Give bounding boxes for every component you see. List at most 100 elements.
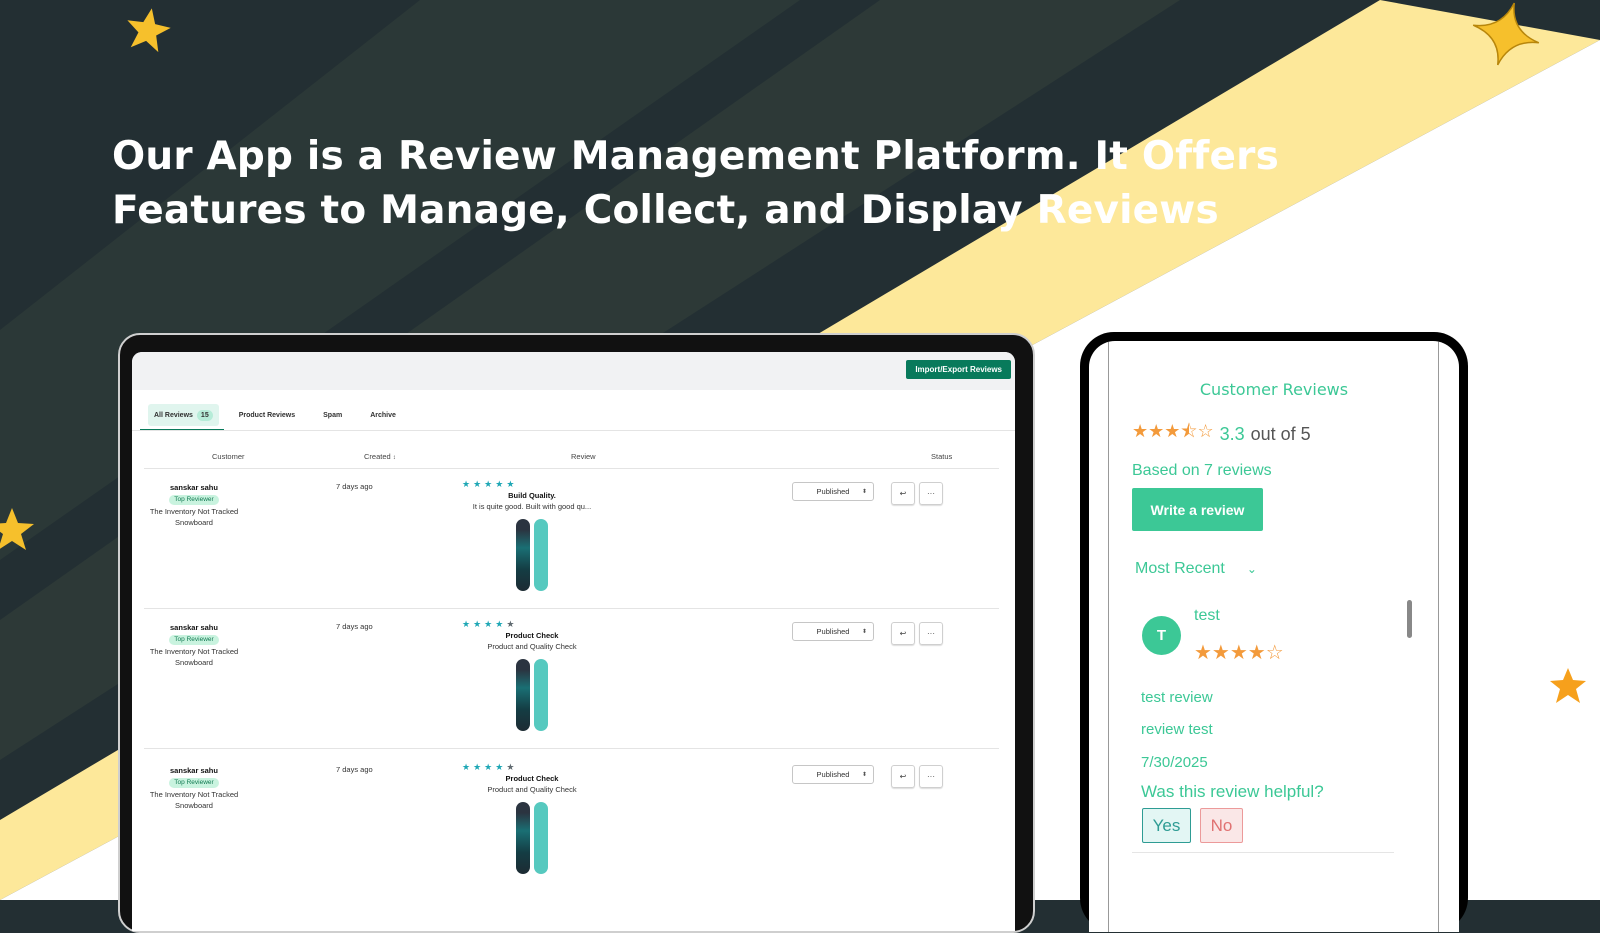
reply-icon: ↩ xyxy=(899,629,907,638)
tab-archive[interactable]: Archive xyxy=(356,400,410,430)
status-select[interactable]: Published ⬍ xyxy=(792,765,874,784)
review-title: Build Quality. xyxy=(508,491,556,500)
customer-cell: sanskar sahu Top Reviewer The Inventory No… xyxy=(146,482,242,528)
widget-title: Customer Reviews xyxy=(1199,380,1349,399)
status-select[interactable]: Published ⬍ xyxy=(792,482,874,501)
sort-dropdown[interactable]: Most Recent ⌄ xyxy=(1135,560,1257,578)
product-name: The Inventory Not Tracked Snowboard xyxy=(149,507,239,527)
reply-button[interactable]: ↩ xyxy=(891,482,915,505)
reviewer-name: test xyxy=(1194,607,1220,624)
import-export-button[interactable]: Import/Export Reviews xyxy=(906,360,1011,379)
tab-label: All Reviews xyxy=(154,411,193,419)
product-image xyxy=(462,659,602,731)
select-arrows-icon: ⬍ xyxy=(861,489,867,495)
snowboard-image xyxy=(534,519,548,591)
star-icon: ★ xyxy=(506,619,518,629)
status-select[interactable]: Published ⬍ xyxy=(792,622,874,641)
star-icon: ★ xyxy=(473,619,485,629)
reply-button[interactable]: ↩ xyxy=(891,622,915,645)
review-title: Product Check xyxy=(505,631,559,640)
top-reviewer-badge: Top Reviewer xyxy=(169,635,219,645)
more-actions-button[interactable]: ··· xyxy=(919,765,943,788)
star-decoration-icon xyxy=(127,8,171,53)
review-body: It is quite good. Built with good qu... xyxy=(472,502,592,511)
created-date: 7 days ago xyxy=(336,765,373,774)
review-date: 7/30/2025 xyxy=(1141,754,1208,771)
count-badge: 15 xyxy=(196,409,213,421)
column-label: Created xyxy=(364,452,391,461)
rating-stars: ★★★★★ xyxy=(462,762,517,773)
table-row[interactable]: sanskar sahu Top Reviewer The Inventory No… xyxy=(132,760,1015,900)
review-title: test review xyxy=(1141,689,1213,706)
divider xyxy=(144,608,999,609)
rating-stars: ★★★★★ xyxy=(462,619,517,630)
more-actions-button[interactable]: ··· xyxy=(919,482,943,505)
review-body: Product and Quality Check xyxy=(487,642,577,651)
phone-mockup: Customer Reviews ★★★⯪☆ 3.3 out of 5 Base… xyxy=(1080,332,1468,932)
star-icon: ★ xyxy=(484,762,496,772)
write-review-button[interactable]: Write a review xyxy=(1132,488,1263,531)
review-title: Product Check xyxy=(505,774,559,783)
star-icon: ★ xyxy=(506,762,518,772)
product-name: The Inventory Not Tracked Snowboard xyxy=(149,790,239,810)
reply-icon: ↩ xyxy=(899,489,907,498)
status-value: Published xyxy=(816,627,850,636)
helpful-question: Was this review helpful? xyxy=(1141,782,1324,801)
more-icon: ··· xyxy=(927,772,935,781)
status-value: Published xyxy=(816,770,850,779)
star-icon: ★ xyxy=(473,762,485,772)
snowboard-image xyxy=(516,519,530,591)
customer-cell: sanskar sahu Top Reviewer The Inventory No… xyxy=(146,622,242,668)
divider xyxy=(1108,341,1109,932)
star-icon: ★ xyxy=(484,619,496,629)
table-row[interactable]: sanskar sahu Top Reviewer The Inventory No… xyxy=(132,477,1015,617)
star-icon: ★ xyxy=(495,619,507,629)
top-reviewer-badge: Top Reviewer xyxy=(169,778,219,788)
column-created[interactable]: Created ↕ xyxy=(364,452,396,461)
star-icon: ★ xyxy=(495,762,507,772)
tab-spam[interactable]: Spam xyxy=(309,400,356,430)
scrollbar-thumb[interactable] xyxy=(1407,600,1412,638)
review-cell: ★★★★★ Product Check Product and Quality Ch… xyxy=(462,762,602,874)
tab-product-reviews[interactable]: Product Reviews xyxy=(225,400,309,430)
star-icon: ★ xyxy=(462,619,474,629)
rating-stars: ★★★★★ xyxy=(462,479,517,490)
star-decoration-icon xyxy=(1472,2,1540,66)
review-count: Based on 7 reviews xyxy=(1132,462,1272,479)
star-icon: ★ xyxy=(506,479,518,489)
table-row[interactable]: sanskar sahu Top Reviewer The Inventory No… xyxy=(132,617,1015,757)
helpful-yes-button[interactable]: Yes xyxy=(1142,808,1191,843)
reply-button[interactable]: ↩ xyxy=(891,765,915,788)
star-decoration-icon xyxy=(0,508,34,550)
top-bar: Import/Export Reviews xyxy=(132,352,1015,390)
divider xyxy=(144,468,999,469)
headline: Our App is a Review Management Platform.… xyxy=(112,134,1280,233)
laptop-mockup: Import/Export Reviews All Reviews 15 Prod… xyxy=(118,333,1035,933)
divider xyxy=(1438,341,1439,932)
star-icon: ★ xyxy=(462,762,474,772)
divider xyxy=(1132,852,1394,853)
snowboard-image xyxy=(516,802,530,874)
created-date: 7 days ago xyxy=(336,482,373,491)
star-icon: ★ xyxy=(462,479,474,489)
helpful-no-button[interactable]: No xyxy=(1200,808,1243,843)
out-of-label: out of 5 xyxy=(1250,423,1311,444)
snowboard-image xyxy=(534,659,548,731)
tab-bar: All Reviews 15 Product Reviews Spam Archi… xyxy=(140,400,410,430)
sort-icon: ↕ xyxy=(392,455,396,461)
average-rating: ★★★⯪☆ 3.3 out of 5 xyxy=(1132,419,1311,449)
select-arrows-icon: ⬍ xyxy=(861,629,867,635)
review-widget: Customer Reviews ★★★⯪☆ 3.3 out of 5 Base… xyxy=(1089,341,1459,932)
snowboard-image xyxy=(534,802,548,874)
more-icon: ··· xyxy=(927,629,935,638)
column-review: Review xyxy=(571,452,596,461)
more-actions-button[interactable]: ··· xyxy=(919,622,943,645)
tab-all-reviews[interactable]: All Reviews 15 xyxy=(148,404,219,426)
snowboard-image xyxy=(516,659,530,731)
customer-cell: sanskar sahu Top Reviewer The Inventory No… xyxy=(146,765,242,811)
more-icon: ··· xyxy=(927,489,935,498)
average-value: 3.3 xyxy=(1219,423,1245,444)
chevron-down-icon: ⌄ xyxy=(1246,562,1257,576)
product-name: The Inventory Not Tracked Snowboard xyxy=(149,647,239,667)
scrollbar[interactable] xyxy=(1406,592,1414,872)
